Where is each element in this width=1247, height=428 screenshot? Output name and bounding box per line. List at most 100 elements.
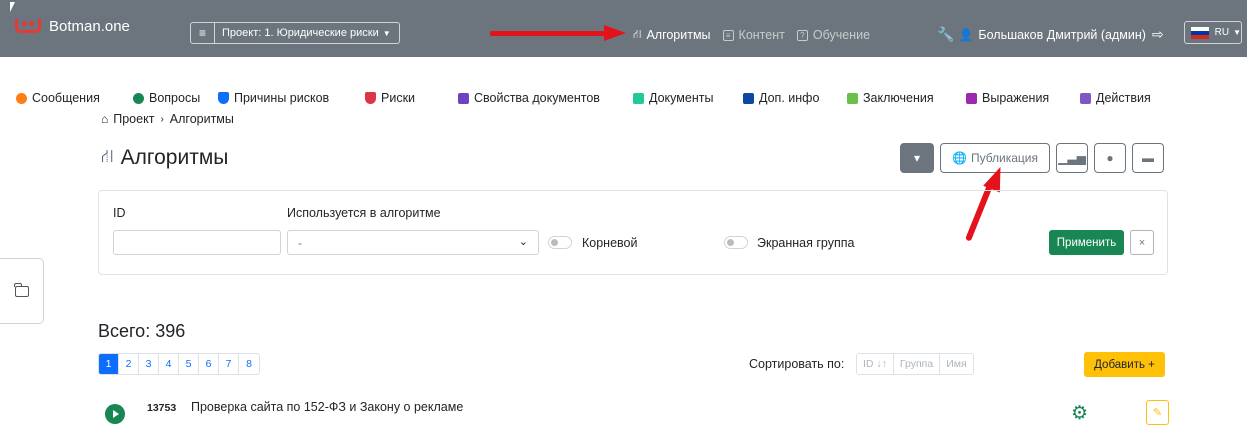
top-navbar: Botman.one ≡ Проект: 1. Юридические риск… [0,0,1247,57]
user-menu[interactable]: 🔧 👤 Большаков Дмитрий (админ) ⇨ [937,26,1164,43]
russian-flag-icon [1191,26,1209,39]
breadcrumb-root[interactable]: Проект [113,112,154,126]
nav-content-label: Контент [738,28,785,42]
breadcrumb: ⌂ Проект › Алгоритмы [101,112,234,126]
subnav-label: Заключения [863,91,934,105]
subnav-messages[interactable]: Сообщения [16,91,100,105]
subnav-risk-causes[interactable]: Причины рисков [218,91,329,105]
sort-by-id[interactable]: ID ↓↑ [857,354,894,374]
wrench-icon: 🔧 [937,26,955,42]
subnav-risks[interactable]: Риски [365,91,415,105]
main-nav: ⛙ Алгоритмы ≡ Контент ? Обучение [633,27,882,43]
used-in-select[interactable]: - ⌄ [287,230,539,255]
id-input[interactable] [113,230,281,255]
used-in-label: Используется в алгоритме [287,206,441,220]
subnav-label: Документы [649,91,714,105]
subnav-doc-properties[interactable]: Свойства документов [458,91,600,105]
content-icon: ≡ [722,29,734,41]
red-arrow-head [604,25,626,41]
subnav-actions[interactable]: Действия [1080,91,1151,105]
folder-icon [14,282,29,297]
play-icon[interactable] [105,404,125,424]
bar-chart-icon: ▁▃▅ [1058,151,1086,165]
subnav-expressions[interactable]: Выражения [966,91,1049,105]
globe-icon: 🌐 [951,151,967,165]
users-icon [133,92,144,104]
check-badge-icon: ● [1106,151,1114,165]
subnav-label: Свойства документов [474,91,600,105]
check-button[interactable]: ● [1094,143,1126,173]
page-4[interactable]: 4 [159,354,179,374]
menu-toggle-button[interactable]: ≡ [190,22,215,44]
home-icon: ⌂ [101,112,109,126]
page-6[interactable]: 6 [199,354,219,374]
sort-label: Сортировать по: [749,357,845,371]
entity-nav: Сообщения Вопросы Причины рисков Риски С… [0,86,1247,110]
document-icon [458,92,469,104]
sort-by-group[interactable]: Группа [894,354,941,374]
edit-button[interactable]: ✎ [1146,400,1169,425]
gear-icon[interactable]: ⚙ [1071,402,1088,425]
project-selector: ≡ Проект: 1. Юридические риски ▼ [190,22,400,44]
subnav-label: Доп. инфо [759,91,820,105]
page-7[interactable]: 7 [219,354,239,374]
filter-button[interactable]: ▾ [900,143,934,173]
page-1[interactable]: 1 [99,354,119,374]
publish-label: Публикация [970,151,1038,165]
id-label: ID [113,206,126,220]
subnav-label: Причины рисков [234,91,330,105]
page-title-text: Алгоритмы [120,146,229,169]
language-selector[interactable]: RU ▼ [1184,21,1242,44]
person-icon: 👤 [958,27,974,42]
lang-label: RU [1214,27,1230,38]
project-dropdown[interactable]: Проект: 1. Юридические риски ▼ [215,22,400,44]
briefcase-icon: ▬ [1142,151,1154,165]
clear-button[interactable]: × [1130,230,1154,255]
brand[interactable]: Botman.one [15,18,130,35]
page-5[interactable]: 5 [179,354,199,374]
stats-button[interactable]: ▁▃▅ [1056,143,1088,173]
subnav-documents[interactable]: Документы [633,91,713,105]
pagination: 1 2 3 4 5 6 7 8 [98,353,260,375]
subnav-extra-info[interactable]: Доп. инфо [743,91,819,105]
page-3[interactable]: 3 [139,354,159,374]
nav-algorithms[interactable]: ⛙ Алгоритмы [633,27,711,43]
logout-icon[interactable]: ⇨ [1152,26,1164,43]
root-toggle[interactable] [548,236,572,249]
subnav-label: Сообщения [32,91,100,105]
sort-by-name[interactable]: Имя [940,354,972,374]
folder-panel-toggle[interactable] [0,258,44,324]
archive-button[interactable]: ▬ [1132,143,1164,173]
nav-training[interactable]: ? Обучение [796,27,871,43]
subnav-label: Выражения [982,91,1050,105]
question-box-icon: ? [796,29,808,41]
botman-logo-icon [15,18,41,35]
subnav-conclusions[interactable]: Заключения [847,91,934,105]
chevron-right-icon: › [160,113,164,125]
document-icon [633,92,644,104]
user-name: Большаков Дмитрий (админ) [978,27,1146,42]
row-title[interactable]: Проверка сайта по 152-ФЗ и Закону о рекл… [191,400,463,414]
nav-algorithms-label: Алгоритмы [646,28,711,42]
screen-group-label: Экранная группа [757,236,855,250]
sort-options: ID ↓↑ Группа Имя [856,353,974,375]
root-label: Корневой [582,236,638,250]
mouse-cursor-icon [10,2,15,12]
add-button[interactable]: Добавить + [1084,352,1165,377]
subnav-label: Действия [1096,91,1151,105]
subnav-questions[interactable]: Вопросы [133,91,200,105]
sitemap-icon: ⛙ [633,27,642,41]
nav-training-label: Обучение [812,28,871,42]
document-icon [847,92,858,104]
nav-content[interactable]: ≡ Контент [722,27,785,43]
screen-group-toggle[interactable] [724,236,748,249]
sitemap-icon: ⛙ [101,146,114,166]
page-8[interactable]: 8 [239,354,259,374]
toolbar: ▾ 🌐 Публикация ▁▃▅ ● ▬ [900,143,1170,173]
caret-down-icon: ▼ [382,28,391,38]
chevron-down-icon: ⌄ [518,236,528,248]
filter-icon: ▾ [913,151,921,165]
row-id: 13753 [147,402,177,414]
page-2[interactable]: 2 [119,354,139,374]
apply-button[interactable]: Применить [1049,230,1124,255]
